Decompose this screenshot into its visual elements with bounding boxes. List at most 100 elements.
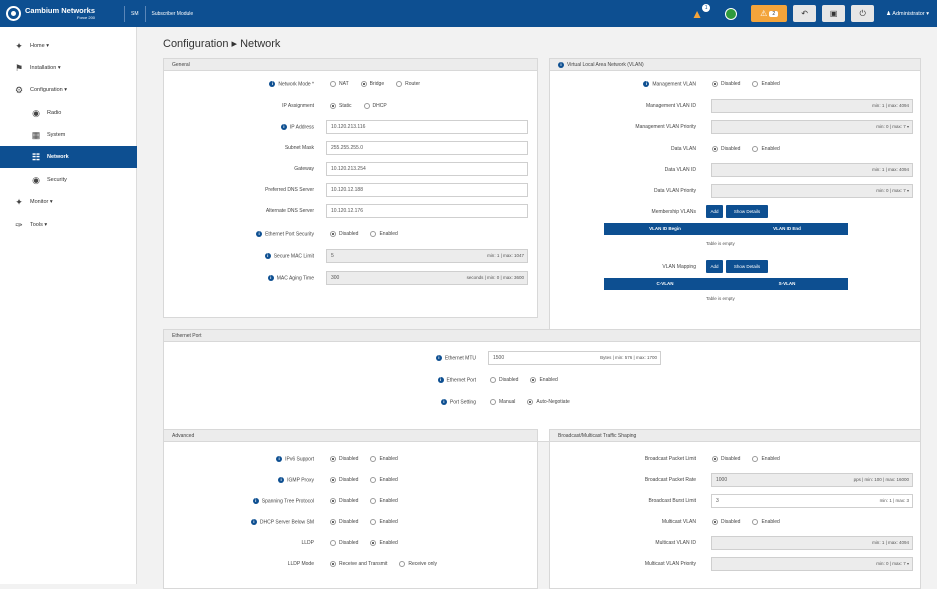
advanced-title: Advanced [164, 430, 537, 442]
radio-disabled[interactable] [712, 146, 718, 152]
port-setting-radio-group[interactable]: Manual Auto-Negotiate [490, 399, 570, 405]
network-mode-radio-group[interactable]: NAT Bridge Router [330, 81, 420, 87]
globe-icon[interactable] [725, 7, 738, 20]
eth-port-security-radio-group[interactable]: Disabled Enabled [330, 231, 398, 237]
radio-static[interactable] [330, 103, 336, 109]
radio-disabled[interactable] [330, 498, 336, 504]
igmp-label: i IGMP Proxy [164, 477, 314, 483]
radio-receive-only[interactable] [399, 561, 406, 567]
lldp-radio-group[interactable]: Disabled Enabled [330, 540, 398, 546]
mc-vlan-priority-input[interactable]: min: 0 | max: 7 ▾ [711, 557, 913, 571]
membership-add-button[interactable]: Add [706, 205, 723, 218]
radio-manual[interactable] [490, 399, 496, 405]
sidebar-item-home[interactable]: ✦ Home ▾ [0, 35, 137, 57]
bc-limit-radio-group[interactable]: Disabled Enabled [712, 456, 780, 462]
radio-disabled[interactable] [330, 540, 336, 546]
data-vlan-priority-input[interactable]: min: 0 | max: 7 ▾ [711, 184, 913, 198]
breadcrumb-current: Network [240, 38, 281, 50]
radio-enabled[interactable] [370, 456, 377, 462]
radio-enabled[interactable] [370, 231, 377, 237]
radio-disabled[interactable] [330, 477, 336, 483]
ip-address-input[interactable]: 10.120.213.116 [326, 120, 528, 134]
radio-disabled[interactable] [712, 81, 718, 87]
radio-disabled[interactable] [330, 519, 336, 525]
info-icon: i [440, 399, 447, 405]
radio-enabled[interactable] [370, 540, 377, 546]
sidebar-item-radio[interactable]: ◉ Radio [0, 102, 137, 124]
mapping-table-empty: Table is empty [706, 296, 735, 301]
radio-disabled[interactable] [330, 456, 336, 462]
radio-bridge[interactable] [360, 81, 367, 87]
mapping-show-details-button[interactable]: Show Details [726, 260, 768, 273]
radio-dhcp[interactable] [363, 103, 370, 109]
radio-receive-transmit[interactable] [330, 561, 336, 567]
radio-disabled[interactable] [712, 519, 718, 525]
data-vlan-id-input[interactable]: min: 1 | max: 4094 [711, 163, 913, 177]
warnings-button[interactable]: ⚠ 2 [751, 5, 788, 22]
ethernet-port-title: Ethernet Port [164, 330, 920, 342]
stp-radio-group[interactable]: Disabled Enabled [330, 498, 398, 504]
secure-mac-limit-input[interactable]: 5 min: 1 | max: 1047 [326, 249, 528, 263]
sidebar-item-installation[interactable]: ⚑ Installation ▾ [0, 57, 137, 79]
lldp-mode-radio-group[interactable]: Receive and Transmit Receive only [330, 561, 437, 567]
subnet-mask-input[interactable]: 255.255.255.0 [326, 141, 528, 155]
save-button[interactable]: ▣ [822, 5, 846, 22]
membership-show-details-button[interactable]: Show Details [726, 205, 768, 218]
info-icon: i [437, 377, 444, 383]
radio-disabled[interactable] [330, 231, 336, 237]
radio-enabled[interactable] [752, 456, 759, 462]
data-vlan-radio-group[interactable]: Disabled Enabled [712, 146, 780, 152]
mgmt-vlan-priority-input[interactable]: min: 0 | max: 7 ▾ [711, 120, 913, 134]
bc-burst-input[interactable]: 3 min: 1 | max: 3 [711, 494, 913, 508]
reboot-button[interactable]: ⏻ [851, 5, 875, 22]
ethernet-mtu-hint: Bytes | min: 576 | max: 1700 [600, 355, 657, 360]
undo-button[interactable]: ↶ [793, 5, 817, 22]
sidebar-item-monitor[interactable]: ✦ Monitor ▾ [0, 191, 137, 213]
sidebar-item-network[interactable]: ☷ Network [0, 146, 137, 168]
radio-enabled[interactable] [530, 377, 537, 383]
breadcrumb-root[interactable]: Configuration [163, 38, 228, 50]
radio-enabled[interactable] [370, 519, 377, 525]
ethernet-mtu-input[interactable]: 1500 Bytes | min: 576 | max: 1700 [488, 351, 661, 365]
info-icon: i [256, 231, 263, 237]
mc-vlan-priority-hint: min: 0 | max: 7 ▾ [876, 561, 909, 566]
radio-enabled[interactable] [752, 519, 759, 525]
mgmt-vlan-label: i Management VLAN [550, 81, 696, 87]
mc-vlan-radio-group[interactable]: Disabled Enabled [712, 519, 780, 525]
igmp-radio-group[interactable]: Disabled Enabled [330, 477, 398, 483]
radio-disabled[interactable] [490, 377, 496, 383]
bc-rate-input[interactable]: 1000 pps | min: 100 | max: 16000 [711, 473, 913, 487]
sidebar-item-configuration[interactable]: ⚙ Configuration ▾ [0, 79, 137, 101]
sidebar-item-tools[interactable]: ✑ Tools ▾ [0, 214, 137, 236]
vlan-panel: i Virtual Local Area Network (VLAN) i Mana… [549, 58, 921, 344]
undo-icon: ↶ [801, 9, 808, 18]
alert-bell-icon[interactable]: ▲ 1 [691, 3, 711, 21]
alternate-dns-input[interactable]: 10.120.12.176 [326, 204, 528, 218]
dhcp-radio-group[interactable]: Disabled Enabled [330, 519, 398, 525]
sidebar-item-security[interactable]: ◉ Security [0, 169, 137, 191]
mgmt-vlan-id-input[interactable]: min: 1 | max: 4094 [711, 99, 913, 113]
radio-disabled[interactable] [712, 456, 718, 462]
sidebar-item-label: Installation [30, 65, 57, 71]
radio-enabled[interactable] [752, 146, 759, 152]
radio-enabled[interactable] [752, 81, 759, 87]
mac-aging-input[interactable]: 300 seconds | min: 0 | max: 3600 [326, 271, 528, 285]
mc-vlan-id-input[interactable]: min: 1 | max: 4094 [711, 536, 913, 550]
radio-nat[interactable] [330, 81, 336, 87]
sidebar-item-system[interactable]: ▦ System [0, 124, 137, 146]
gateway-input[interactable]: 10.120.213.254 [326, 162, 528, 176]
data-vlan-label: Data VLAN [670, 146, 696, 152]
preferred-dns-input[interactable]: 10.120.12.188 [326, 183, 528, 197]
wrench-icon: ✑ [15, 219, 23, 230]
radio-auto-negotiate[interactable] [527, 399, 534, 405]
radio-enabled[interactable] [370, 477, 377, 483]
ethernet-port-radio-group[interactable]: Disabled Enabled [490, 377, 558, 383]
mapping-add-button[interactable]: Add [706, 260, 723, 273]
mgmt-vlan-radio-group[interactable]: Disabled Enabled [712, 81, 780, 87]
radio-enabled[interactable] [370, 498, 377, 504]
info-icon: i [558, 61, 564, 68]
user-menu[interactable]: ♟ Administrator ▾ [886, 11, 929, 17]
ip-assignment-radio-group[interactable]: Static DHCP [330, 103, 387, 109]
radio-router[interactable] [396, 81, 403, 87]
ipv6-radio-group[interactable]: Disabled Enabled [330, 456, 398, 462]
